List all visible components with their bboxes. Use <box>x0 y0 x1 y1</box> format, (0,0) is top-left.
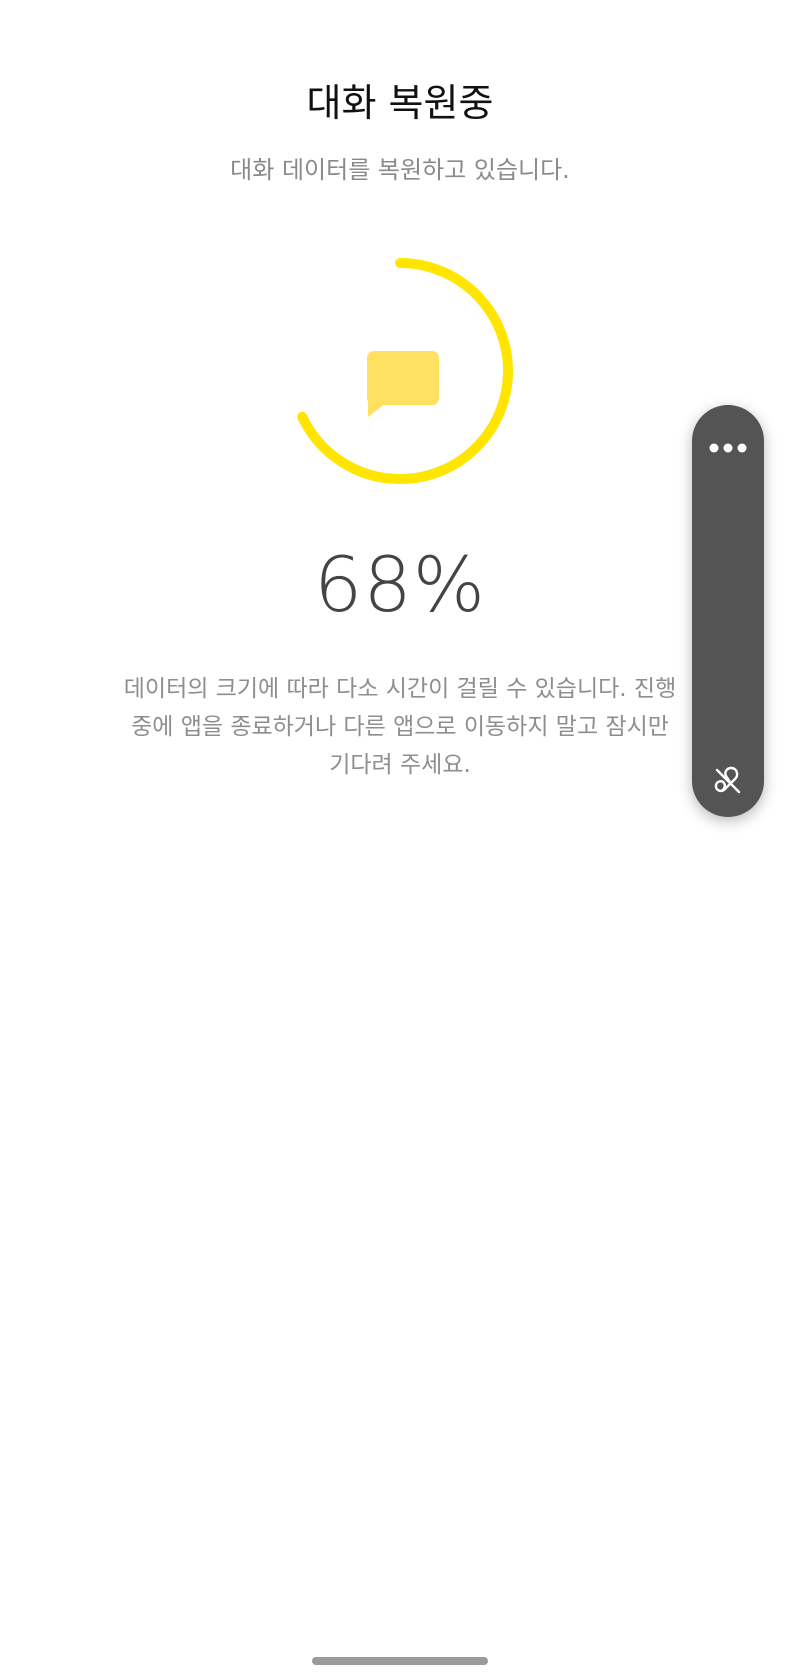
notice-line-1: 데이터의 크기에 따라 다소 시간이 걸릴 수 있습니다. 진행 <box>123 676 677 702</box>
chat-bubble-icon <box>367 351 439 417</box>
page-title: 대화 복원중 <box>306 81 494 125</box>
sound-toggle-button[interactable] <box>692 757 764 801</box>
restore-notice: 데이터의 크기에 따라 다소 시간이 걸릴 수 있습니다. 진행 중에 앱을 종… <box>90 670 710 784</box>
progress-percent: 68% <box>314 540 486 629</box>
more-button[interactable] <box>692 433 764 463</box>
notice-line-2: 중에 앱을 종료하거나 다른 앱으로 이동하지 말고 잠시만 <box>131 714 669 740</box>
sound-off-icon <box>714 766 741 794</box>
progress-ring <box>287 258 513 484</box>
more-dots-icon <box>709 443 747 453</box>
home-indicator[interactable] <box>312 1657 488 1665</box>
notice-line-3: 기다려 주세요. <box>329 752 471 778</box>
floating-control-panel[interactable] <box>692 405 764 817</box>
restore-screen: 대화 복원중 대화 데이터를 복원하고 있습니다. 68% 데이터의 크기에 따… <box>0 0 800 1677</box>
page-subtitle: 대화 데이터를 복원하고 있습니다. <box>230 156 570 184</box>
